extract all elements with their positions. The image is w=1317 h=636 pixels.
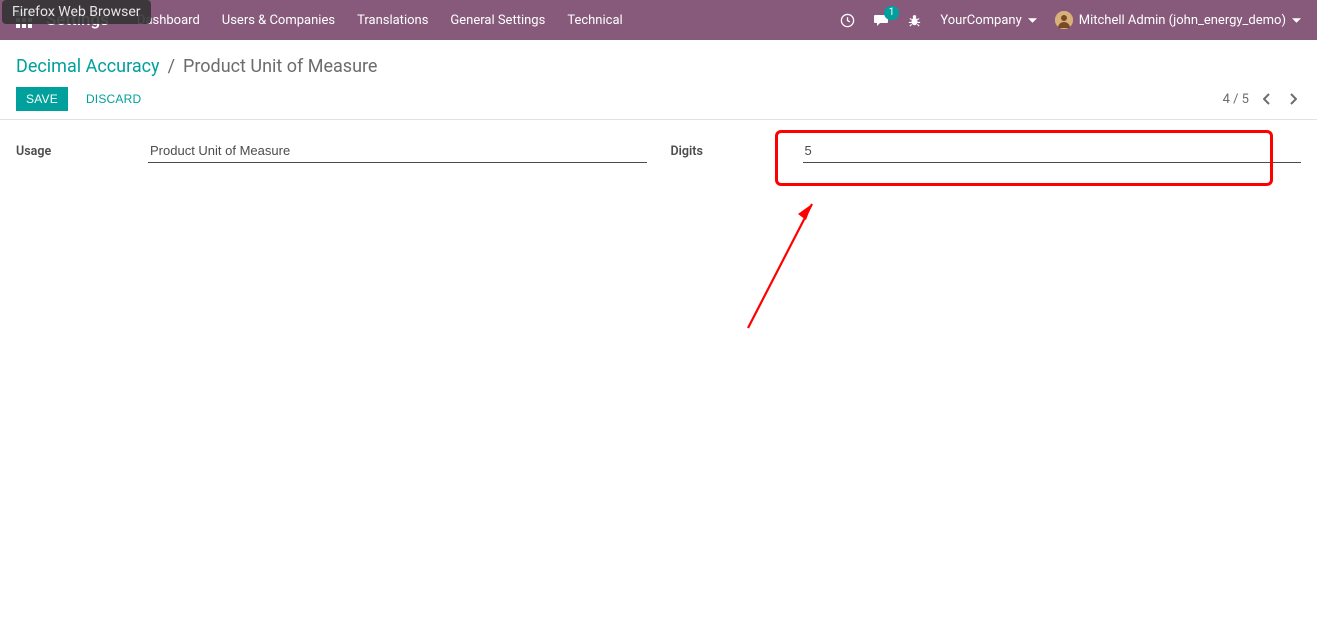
user-menu[interactable]: Mitchell Admin (john_energy_demo) xyxy=(1055,11,1301,29)
avatar xyxy=(1055,11,1073,29)
pager-next[interactable] xyxy=(1285,91,1301,107)
pager: 4 / 5 xyxy=(1223,91,1301,107)
breadcrumb: Decimal Accuracy / Product Unit of Measu… xyxy=(16,50,1301,77)
menu-translations[interactable]: Translations xyxy=(357,13,428,28)
messages-icon[interactable]: 1 xyxy=(873,12,889,28)
breadcrumb-parent[interactable]: Decimal Accuracy xyxy=(16,56,160,77)
pager-prev[interactable] xyxy=(1259,91,1275,107)
form-sheet: Usage Digits xyxy=(0,120,1317,181)
browser-tag: Firefox Web Browser xyxy=(2,0,151,24)
breadcrumb-current: Product Unit of Measure xyxy=(183,56,377,77)
menu-general-settings[interactable]: General Settings xyxy=(450,13,545,28)
form-col-left: Usage xyxy=(16,138,647,163)
topbar: Settings Dashboard Users & Companies Tra… xyxy=(0,0,1317,40)
annotation-arrow-icon xyxy=(740,186,830,336)
form-col-right: Digits xyxy=(671,138,1302,163)
debug-icon[interactable] xyxy=(907,13,922,28)
menu-technical[interactable]: Technical xyxy=(567,13,622,28)
save-button[interactable]: SAVE xyxy=(16,87,68,111)
company-switcher[interactable]: YourCompany xyxy=(940,13,1036,28)
pager-counter[interactable]: 4 / 5 xyxy=(1223,92,1249,107)
topbar-right: 1 YourCompany Mitchell Admin (john_energ… xyxy=(840,11,1301,29)
menu-users-companies[interactable]: Users & Companies xyxy=(222,13,335,28)
activities-icon[interactable] xyxy=(840,13,855,28)
discard-button[interactable]: DISCARD xyxy=(76,87,151,111)
usage-input[interactable] xyxy=(148,138,647,163)
chevron-down-icon xyxy=(1028,13,1037,28)
digits-label: Digits xyxy=(671,138,803,159)
messages-badge: 1 xyxy=(884,6,900,20)
chevron-down-icon xyxy=(1292,13,1301,28)
breadcrumb-separator: / xyxy=(168,56,175,77)
company-name: YourCompany xyxy=(940,13,1021,28)
user-name: Mitchell Admin (john_energy_demo) xyxy=(1079,13,1286,28)
digits-input[interactable] xyxy=(803,138,1302,163)
usage-label: Usage xyxy=(16,138,148,159)
control-panel: Decimal Accuracy / Product Unit of Measu… xyxy=(0,40,1317,120)
top-menu: Dashboard Users & Companies Translations… xyxy=(137,13,623,28)
